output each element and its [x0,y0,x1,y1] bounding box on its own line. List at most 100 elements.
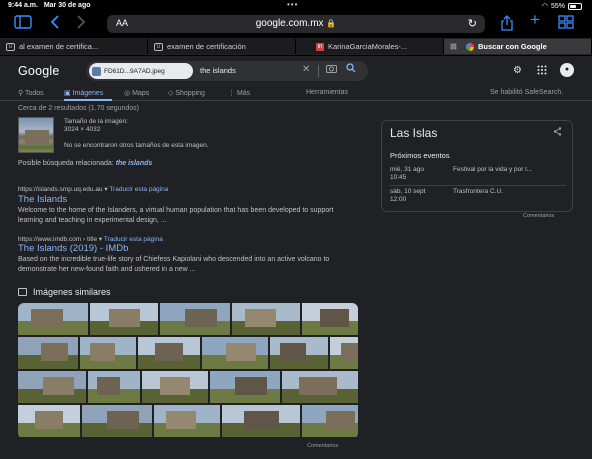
event-name: Festival por la vida y por l... [453,166,533,173]
tab-imagenes[interactable]: ▣ Imágenes [64,89,103,97]
search-nav: ⚲ Todos ▣ Imágenes ◎ Maps ◇ Shopping ⋮ M… [0,86,592,101]
result-1-snippet: Welcome to the home of the Islanders, a … [18,207,334,224]
tab-shopping[interactable]: ◇ Shopping [168,89,205,97]
search-icon[interactable] [346,63,356,76]
query-image-thumbnail [92,66,101,76]
in-icon: in [316,42,324,51]
similar-image-thumbnail[interactable] [80,337,136,369]
safesearch-status[interactable]: Se habilitó SafeSearch. [490,89,563,96]
tab-2[interactable]: U examen de certificación [148,39,296,54]
similar-image-thumbnail[interactable] [270,337,328,369]
similar-image-thumbnail[interactable] [154,405,220,437]
similar-images-comments-link[interactable]: Comentarios [307,443,338,449]
result-1-translate[interactable]: Traducir esta página [109,186,168,193]
similar-image-thumbnail[interactable] [18,371,86,403]
image-query-chip[interactable]: FD61D...9A7AD.jpeg [89,63,193,79]
avatar[interactable]: ● [560,63,574,77]
similar-images-heading: Imágenes similares [18,287,111,297]
result-2-translate[interactable]: Traducir esta página [104,236,163,243]
back-icon[interactable] [50,15,60,33]
google-logo[interactable]: Google [18,64,60,78]
battery-percent: 55% [550,2,565,10]
tab-mas[interactable]: ⋮ Más [228,89,250,97]
tools-button[interactable]: Herramientas [306,89,348,96]
status-bar: 9:44 a.m. Mar 30 de ago ••• ◠ 55% [0,0,592,12]
share-icon[interactable] [553,127,562,138]
similar-image-thumbnail[interactable] [302,303,358,335]
similar-image-thumbnail[interactable] [210,371,280,403]
similar-image-thumbnail[interactable] [202,337,268,369]
search-icon: ⚲ [18,90,24,97]
status-time: 9:44 a.m. Mar 30 de ago [8,2,91,9]
more-vert-icon: ⋮ [228,90,235,97]
google-icon [466,42,474,51]
similar-image-thumbnail[interactable] [18,303,88,335]
similar-image-thumbnail[interactable] [222,405,300,437]
battery-status: ◠ 55% [542,2,582,10]
clear-icon[interactable]: ✕ [302,64,310,75]
similar-image-thumbnail[interactable] [142,371,208,403]
result-2-title[interactable]: The Islands (2019) - IMDb [18,243,128,254]
similar-image-thumbnail[interactable] [330,337,358,369]
share-icon[interactable] [500,15,514,35]
event-row[interactable]: sáb, 10 sept 12:00 Trasfrontera C.U. [390,188,566,206]
related-search: Posible búsqueda relacionada: the island… [18,160,153,167]
knowledge-panel-title[interactable]: Las Islas [390,126,437,140]
results-count: Cerca de 2 resultados (1.70 segundos) [18,105,140,112]
tag-icon: ◇ [168,90,174,97]
knowledge-panel-comments-link[interactable]: Comentarios [523,213,554,219]
similar-image-thumbnail[interactable] [18,405,80,437]
similar-image-thumbnail[interactable] [160,303,230,335]
lock-icon: 🔒 [326,19,337,28]
wifi-icon: ◠ [541,3,548,10]
settings-gear-icon[interactable]: ⚙ [513,65,522,76]
tab-overview-icon[interactable] [558,15,574,33]
apps-grid-icon[interactable] [537,65,547,78]
search-box[interactable]: FD61D...9A7AD.jpeg the islands ✕ [86,61,368,81]
image-icon: ▣ [64,90,71,97]
events-label: Próximos eventos [390,151,450,160]
similar-image-thumbnail[interactable] [88,371,140,403]
tab-todos[interactable]: ⚲ Todos [18,89,44,97]
similar-image-thumbnail[interactable] [282,371,358,403]
image-icon [18,288,27,296]
related-search-link[interactable]: the islands [116,160,153,167]
browser-toolbar: AA google.com.mx 🔒 ↻ + [0,11,592,36]
search-query-text[interactable]: the islands [200,66,236,75]
similar-image-thumbnail[interactable] [18,337,78,369]
source-image-thumbnail[interactable] [18,117,54,153]
tab-icon: U [6,42,15,51]
sidebar-icon[interactable] [14,15,32,33]
tab-strip: U al examen de certifica... U examen de … [0,38,592,55]
result-2-url: https://www.imdb.com › title ▾ Traducir … [18,236,163,243]
similar-image-thumbnail[interactable] [90,303,158,335]
tab-3[interactable]: in KarinaGarciaMorales-... [296,39,444,54]
knowledge-panel: Las Islas Próximos eventos mié, 31 ago 10… [381,120,573,212]
battery-icon [568,2,582,10]
address-bar[interactable]: AA google.com.mx 🔒 ↻ [107,15,485,33]
url-text: google.com.mx [255,18,324,29]
forward-icon[interactable] [76,15,86,33]
similar-image-thumbnail[interactable] [82,405,152,437]
result-1-title[interactable]: The Islands [18,194,67,205]
event-row[interactable]: mié, 31 ago 10:45 Festival por la vida y … [390,166,566,184]
camera-icon[interactable] [326,64,337,75]
multitasking-dots[interactable]: ••• [287,0,298,9]
results-area: Cerca de 2 resultados (1.70 segundos) Ta… [0,101,592,459]
google-header: Google FD61D...9A7AD.jpeg the islands ✕ … [0,56,592,86]
tab-maps[interactable]: ◎ Maps [124,89,149,97]
tab-icon: U [154,42,163,51]
result-1-url: https://islands.smp.uq.edu.au ▾ Traducir… [18,186,169,193]
similar-image-thumbnail[interactable] [302,405,358,437]
similar-image-thumbnail[interactable] [138,337,200,369]
image-size-value: 3024 × 4032 [64,126,101,133]
reload-icon[interactable]: ↻ [468,17,477,30]
result-2-snippet: Based on the incredible true-life story … [18,256,330,273]
tab-1[interactable]: U al examen de certifica... [0,39,148,54]
similar-image-thumbnail[interactable] [232,303,300,335]
tab-4-active[interactable]: ⊠ Buscar con Google [444,39,592,54]
close-tab-icon[interactable]: ⊠ [450,42,457,51]
similar-images-grid [18,303,358,439]
event-name: Trasfrontera C.U. [453,188,503,195]
new-tab-icon[interactable]: + [530,11,540,28]
